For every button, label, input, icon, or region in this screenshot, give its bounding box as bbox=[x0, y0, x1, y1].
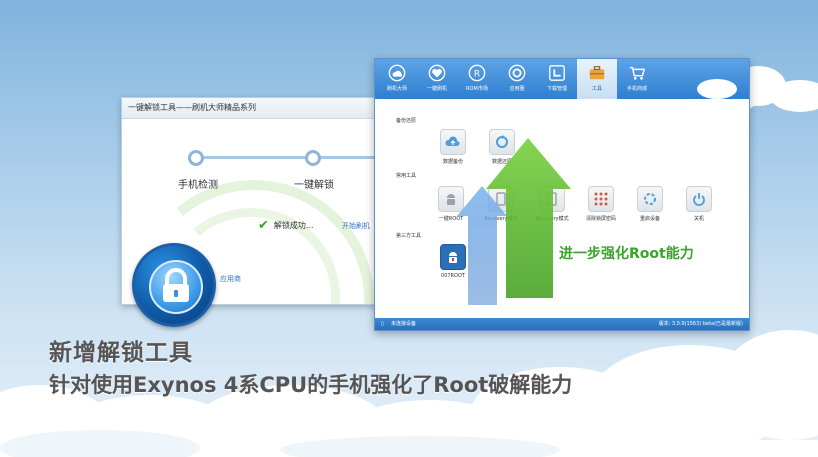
version-text: 版本: 3.0.9(1563) beta(已是最新版) bbox=[658, 321, 743, 327]
check-icon: ✔ bbox=[258, 218, 269, 233]
toolbar-item-tools[interactable]: 工具 bbox=[577, 59, 617, 99]
section-third-label: 第三方工具 bbox=[396, 233, 422, 239]
recovery-icon bbox=[539, 186, 565, 212]
cart-icon bbox=[629, 66, 646, 80]
android-icon bbox=[438, 186, 464, 212]
grid-item-label: 一键ROOT bbox=[438, 216, 464, 222]
unlock-window-title: 一键解锁工具——刷机大师精品系列 bbox=[122, 98, 387, 119]
toolbar-item-download[interactable]: 下载管理 bbox=[537, 59, 577, 99]
toolbar-item-phone-mall[interactable]: 手机商城 bbox=[617, 59, 657, 99]
main-statusbar: ▯ 未连接设备 版本: 3.0.9(1563) beta(已是最新版) bbox=[375, 318, 749, 330]
progress-line bbox=[194, 156, 387, 159]
grid-item-label: 007ROOT bbox=[441, 273, 465, 279]
recovery-icon bbox=[488, 186, 514, 212]
pattern-lock-icon bbox=[588, 186, 614, 212]
grid-item-label: 数据备份 bbox=[442, 159, 463, 165]
download-icon bbox=[549, 65, 565, 81]
device-status-text: 未连接设备 bbox=[391, 321, 417, 327]
cloud-icon bbox=[388, 64, 406, 82]
svg-text:R: R bbox=[474, 70, 480, 80]
grid-item-label: Recovery模式 bbox=[535, 216, 569, 222]
grid-item-label: 重启设备 bbox=[639, 216, 660, 222]
toolbox-icon bbox=[589, 66, 605, 80]
step-label-unlock: 一键解锁 bbox=[294, 180, 334, 191]
start-flash-link[interactable]: 开始刷机 bbox=[342, 221, 370, 231]
007root-icon bbox=[440, 244, 466, 270]
step-dot bbox=[188, 150, 204, 166]
app-icon bbox=[508, 64, 526, 82]
caption-subtitle: 针对使用Exynos 4系CPU的手机强化了Root破解能力 bbox=[49, 373, 573, 397]
toolbar-label: 工具 bbox=[591, 86, 602, 92]
cloud-upload-icon bbox=[440, 129, 466, 155]
section-backup-label: 备份还原 bbox=[396, 118, 417, 124]
power-off-item[interactable]: 关机 bbox=[682, 186, 716, 222]
restart-device-item[interactable]: 重启设备 bbox=[633, 186, 667, 222]
toolbar-label: 手机商城 bbox=[626, 86, 647, 92]
toolbar-item-app-circle[interactable]: 应用圈 bbox=[497, 59, 537, 99]
restore-data-item[interactable]: 数据还原 bbox=[485, 129, 519, 165]
phone-icon: ▯ bbox=[381, 321, 384, 327]
toolbar-label: 应用圈 bbox=[509, 86, 525, 92]
main-toolbar: 刷机大师 一键刷机 R ROM市场 应用圈 下载管理 工具 手机商城 bbox=[375, 59, 749, 99]
toolbar-label: ROM市场 bbox=[466, 86, 488, 92]
step-dot bbox=[305, 150, 321, 166]
backup-data-item[interactable]: 数据备份 bbox=[436, 129, 470, 165]
app-store-link[interactable]: 应用商 bbox=[220, 274, 241, 284]
rom-icon: R bbox=[468, 64, 486, 82]
toolbar-item-one-click-flash[interactable]: 一键刷机 bbox=[417, 59, 457, 99]
toolbar-label: 下载管理 bbox=[546, 86, 567, 92]
unlock-status: ✔ 解锁成功... bbox=[258, 218, 314, 233]
heart-icon bbox=[428, 64, 446, 82]
toolbar-item-flash-master[interactable]: 刷机大师 bbox=[377, 59, 417, 99]
power-icon bbox=[686, 186, 712, 212]
toolbar-item-rom-market[interactable]: R ROM市场 bbox=[457, 59, 497, 99]
grid-item-label: Recovery模式 bbox=[484, 216, 518, 222]
cloud-decoration bbox=[770, 80, 818, 112]
section-common-label: 常用工具 bbox=[396, 173, 417, 179]
restore-icon bbox=[489, 129, 515, 155]
grid-item-label: 数据还原 bbox=[491, 159, 512, 165]
toolbar-label: 一键刷机 bbox=[426, 86, 447, 92]
spinner-icon bbox=[637, 186, 663, 212]
one-click-root-item[interactable]: 一键ROOT bbox=[434, 186, 468, 222]
recovery-mode-item[interactable]: Recovery模式 bbox=[484, 186, 518, 222]
toolbar-label: 刷机大师 bbox=[386, 86, 407, 92]
recovery-mode-item-2[interactable]: Recovery模式 bbox=[535, 186, 569, 222]
grid-item-label: 清除锁屏密码 bbox=[585, 216, 616, 222]
step-label-detect: 手机检测 bbox=[178, 180, 218, 191]
root-callout-text: 进一步强化Root能力 bbox=[559, 246, 694, 262]
caption-title: 新增解锁工具 bbox=[49, 340, 193, 366]
007root-item[interactable]: 007ROOT bbox=[436, 244, 470, 279]
clear-lock-password-item[interactable]: 清除锁屏密码 bbox=[584, 186, 618, 222]
toolbar-cloud-decoration bbox=[697, 79, 737, 99]
unlock-status-text: 解锁成功... bbox=[273, 221, 314, 230]
lock-badge-icon bbox=[132, 243, 216, 327]
flash-master-window: 刷机大师 一键刷机 R ROM市场 应用圈 下载管理 工具 手机商城 备份还原 bbox=[374, 58, 750, 331]
grid-item-label: 关机 bbox=[693, 216, 704, 222]
